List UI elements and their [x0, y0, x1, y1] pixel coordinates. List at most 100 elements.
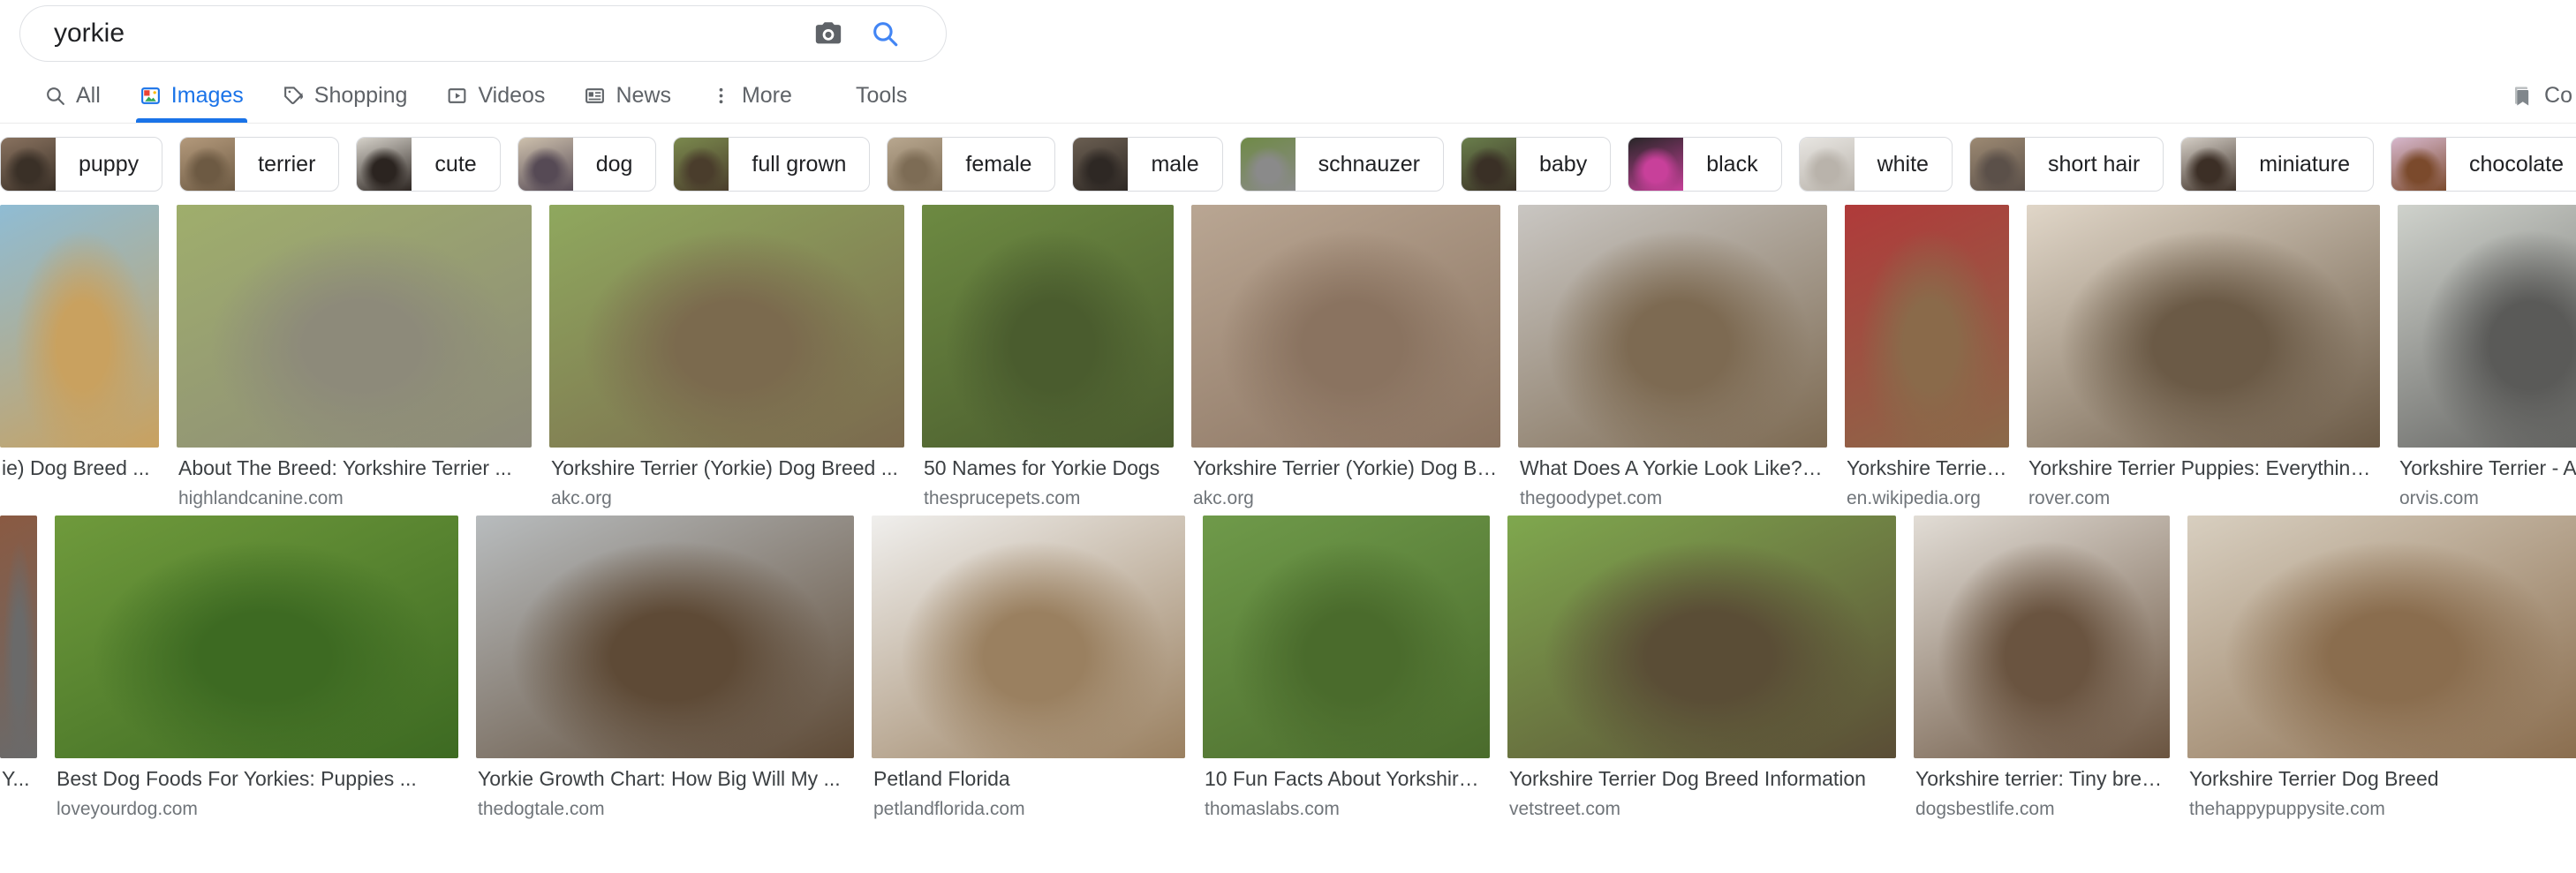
- image-result-tile[interactable]: About The Breed: Yorkshire Terrier ... hi…: [177, 205, 532, 512]
- result-thumbnail[interactable]: [2187, 516, 2576, 758]
- result-thumbnail[interactable]: [0, 205, 159, 448]
- image-result-tile[interactable]: Best Dog Foods For Yorkies: Puppies ... l…: [55, 516, 458, 823]
- result-thumbnail[interactable]: [1914, 516, 2170, 758]
- filter-chip[interactable]: female: [887, 137, 1056, 192]
- image-result-tile[interactable]: Yorkshire Terrier Dog Breed thehappypuppy…: [2187, 516, 2576, 823]
- result-title[interactable]: 50 Names for Yorkie Dogs: [924, 455, 1172, 481]
- tools-button[interactable]: Tools: [843, 69, 919, 123]
- result-thumbnail[interactable]: [2398, 205, 2576, 448]
- filter-chips-row[interactable]: puppy terrier cute dog full grown female male s…: [0, 124, 2576, 205]
- image-result-tile[interactable]: Yorkshire Terrier Puppies: Everything ..…: [2027, 205, 2380, 512]
- result-thumbnail[interactable]: [476, 516, 854, 758]
- image-result-tile[interactable]: Y...: [0, 516, 37, 796]
- result-source-domain[interactable]: thehappypuppysite.com: [2189, 796, 2576, 823]
- result-source-domain[interactable]: dogsbestlife.com: [1915, 796, 2168, 823]
- image-result-tile[interactable]: 10 Fun Facts About Yorkshire Ter... thoma…: [1203, 516, 1490, 823]
- image-result-tile[interactable]: Yorkshire terrier: Tiny breed w... dogsbe…: [1914, 516, 2170, 823]
- result-title[interactable]: Yorkshire Terrier Dog Breed: [2189, 765, 2576, 792]
- result-title[interactable]: Yorkshire terrier: Tiny breed w...: [1915, 765, 2168, 792]
- filter-chip-thumbnail: [2181, 138, 2237, 191]
- tab-news[interactable]: News: [564, 69, 691, 123]
- result-title[interactable]: Yorkshire Terrier - All About Do: [2399, 455, 2576, 481]
- tab-videos[interactable]: Videos: [427, 69, 564, 123]
- result-source-domain[interactable]: highlandcanine.com: [178, 485, 530, 512]
- nav-tabs: All Images Shopping Videos News More: [0, 69, 2576, 123]
- filter-chip[interactable]: cute: [356, 137, 501, 192]
- result-source-domain[interactable]: thesprucepets.com: [924, 485, 1172, 512]
- result-source-domain[interactable]: rover.com: [2028, 485, 2378, 512]
- result-thumbnail[interactable]: [1507, 516, 1896, 758]
- tab-label: News: [616, 83, 671, 108]
- result-thumbnail[interactable]: [1518, 205, 1827, 448]
- image-result-tile[interactable]: Yorkshire Terrier Dog Breed Information v…: [1507, 516, 1896, 823]
- result-source-domain[interactable]: orvis.com: [2399, 485, 2576, 512]
- image-result-tile[interactable]: 50 Names for Yorkie Dogs thesprucepets.co…: [922, 205, 1174, 512]
- result-thumbnail[interactable]: [1203, 516, 1490, 758]
- tab-shopping[interactable]: Shopping: [263, 69, 427, 123]
- result-source-domain[interactable]: en.wikipedia.org: [1847, 485, 2007, 512]
- result-title[interactable]: Y...: [2, 765, 35, 792]
- result-title[interactable]: Yorkshire Terrier Puppies: Everything ..…: [2028, 455, 2378, 481]
- result-title[interactable]: Petland Florida: [873, 765, 1183, 792]
- search-box[interactable]: [19, 5, 947, 62]
- filter-chip-label: dog: [595, 151, 633, 177]
- result-title[interactable]: Yorkshire Terrier (Yorkie) Dog Breed ...: [1193, 455, 1499, 481]
- filter-chip[interactable]: black: [1628, 137, 1782, 192]
- filter-chip[interactable]: dog: [517, 137, 657, 192]
- tab-images[interactable]: Images: [120, 69, 263, 123]
- result-source-domain[interactable]: akc.org: [1193, 485, 1499, 512]
- result-thumbnail[interactable]: [1845, 205, 2009, 448]
- tab-more[interactable]: More: [691, 69, 812, 123]
- filter-chip[interactable]: white: [1798, 137, 1953, 192]
- result-thumbnail[interactable]: [549, 205, 904, 448]
- image-result-tile[interactable]: Petland Florida petlandflorida.com: [872, 516, 1185, 823]
- search-submit-icon[interactable]: [870, 19, 900, 49]
- filter-chip[interactable]: miniature: [2180, 137, 2375, 192]
- result-thumbnail[interactable]: [177, 205, 532, 448]
- tab-all[interactable]: All: [37, 69, 120, 123]
- result-thumbnail[interactable]: [2027, 205, 2380, 448]
- image-result-tile[interactable]: What Does A Yorkie Look Like? Differe...…: [1518, 205, 1827, 512]
- result-title[interactable]: Yorkshire Terrier - Wiki...: [1847, 455, 2007, 481]
- filter-chip-label: full grown: [752, 151, 847, 177]
- result-title[interactable]: Yorkshire Terrier Dog Breed Information: [1509, 765, 1894, 792]
- image-result-tile[interactable]: Yorkie Growth Chart: How Big Will My ...…: [476, 516, 854, 823]
- result-thumbnail[interactable]: [0, 516, 37, 758]
- image-result-tile[interactable]: Yorkshire Terrier (Yorkie) Dog Breed ...…: [549, 205, 904, 512]
- result-caption: 50 Names for Yorkie Dogs thesprucepets.co…: [922, 448, 1174, 512]
- image-result-tile[interactable]: Yorkshire Terrier - All About Do orvis.co…: [2398, 205, 2576, 512]
- result-thumbnail[interactable]: [922, 205, 1174, 448]
- result-source-domain[interactable]: akc.org: [551, 485, 903, 512]
- camera-icon[interactable]: [813, 19, 843, 49]
- filter-chip[interactable]: baby: [1461, 137, 1612, 192]
- result-title[interactable]: ie) Dog Breed ...: [2, 455, 157, 481]
- result-title[interactable]: 10 Fun Facts About Yorkshire Ter...: [1205, 765, 1488, 792]
- result-thumbnail[interactable]: [55, 516, 458, 758]
- image-result-tile[interactable]: ie) Dog Breed ...: [0, 205, 159, 485]
- result-title[interactable]: Yorkie Growth Chart: How Big Will My ...: [478, 765, 852, 792]
- result-source-domain[interactable]: loveyourdog.com: [57, 796, 457, 823]
- result-source-domain[interactable]: thomaslabs.com: [1205, 796, 1488, 823]
- filter-chip[interactable]: short hair: [1968, 137, 2164, 192]
- filter-chip[interactable]: chocolate: [2391, 137, 2576, 192]
- search-input[interactable]: [20, 16, 813, 51]
- image-result-tile[interactable]: Yorkshire Terrier (Yorkie) Dog Breed ...…: [1191, 205, 1500, 512]
- image-result-tile[interactable]: Yorkshire Terrier - Wiki... en.wikipedia.…: [1845, 205, 2009, 512]
- result-source-domain[interactable]: vetstreet.com: [1509, 796, 1894, 823]
- result-source-domain[interactable]: thedogtale.com: [478, 796, 852, 823]
- result-thumbnail[interactable]: [872, 516, 1185, 758]
- filter-chip[interactable]: full grown: [673, 137, 871, 192]
- filter-chip[interactable]: puppy: [0, 137, 163, 192]
- result-title[interactable]: About The Breed: Yorkshire Terrier ...: [178, 455, 530, 481]
- filter-chip[interactable]: schnauzer: [1239, 137, 1444, 192]
- result-source-domain[interactable]: thegoodypet.com: [1520, 485, 1825, 512]
- result-title[interactable]: Yorkshire Terrier (Yorkie) Dog Breed ...: [551, 455, 903, 481]
- filter-chip[interactable]: terrier: [179, 137, 340, 192]
- result-source-domain[interactable]: petlandflorida.com: [873, 796, 1183, 823]
- result-thumbnail[interactable]: [1191, 205, 1500, 448]
- result-caption: Yorkshire Terrier Dog Breed thehappypuppy…: [2187, 758, 2576, 823]
- collections-button[interactable]: Co: [2509, 69, 2576, 123]
- filter-chip[interactable]: male: [1072, 137, 1223, 192]
- result-title[interactable]: What Does A Yorkie Look Like? Differe...: [1520, 455, 1825, 481]
- result-title[interactable]: Best Dog Foods For Yorkies: Puppies ...: [57, 765, 457, 792]
